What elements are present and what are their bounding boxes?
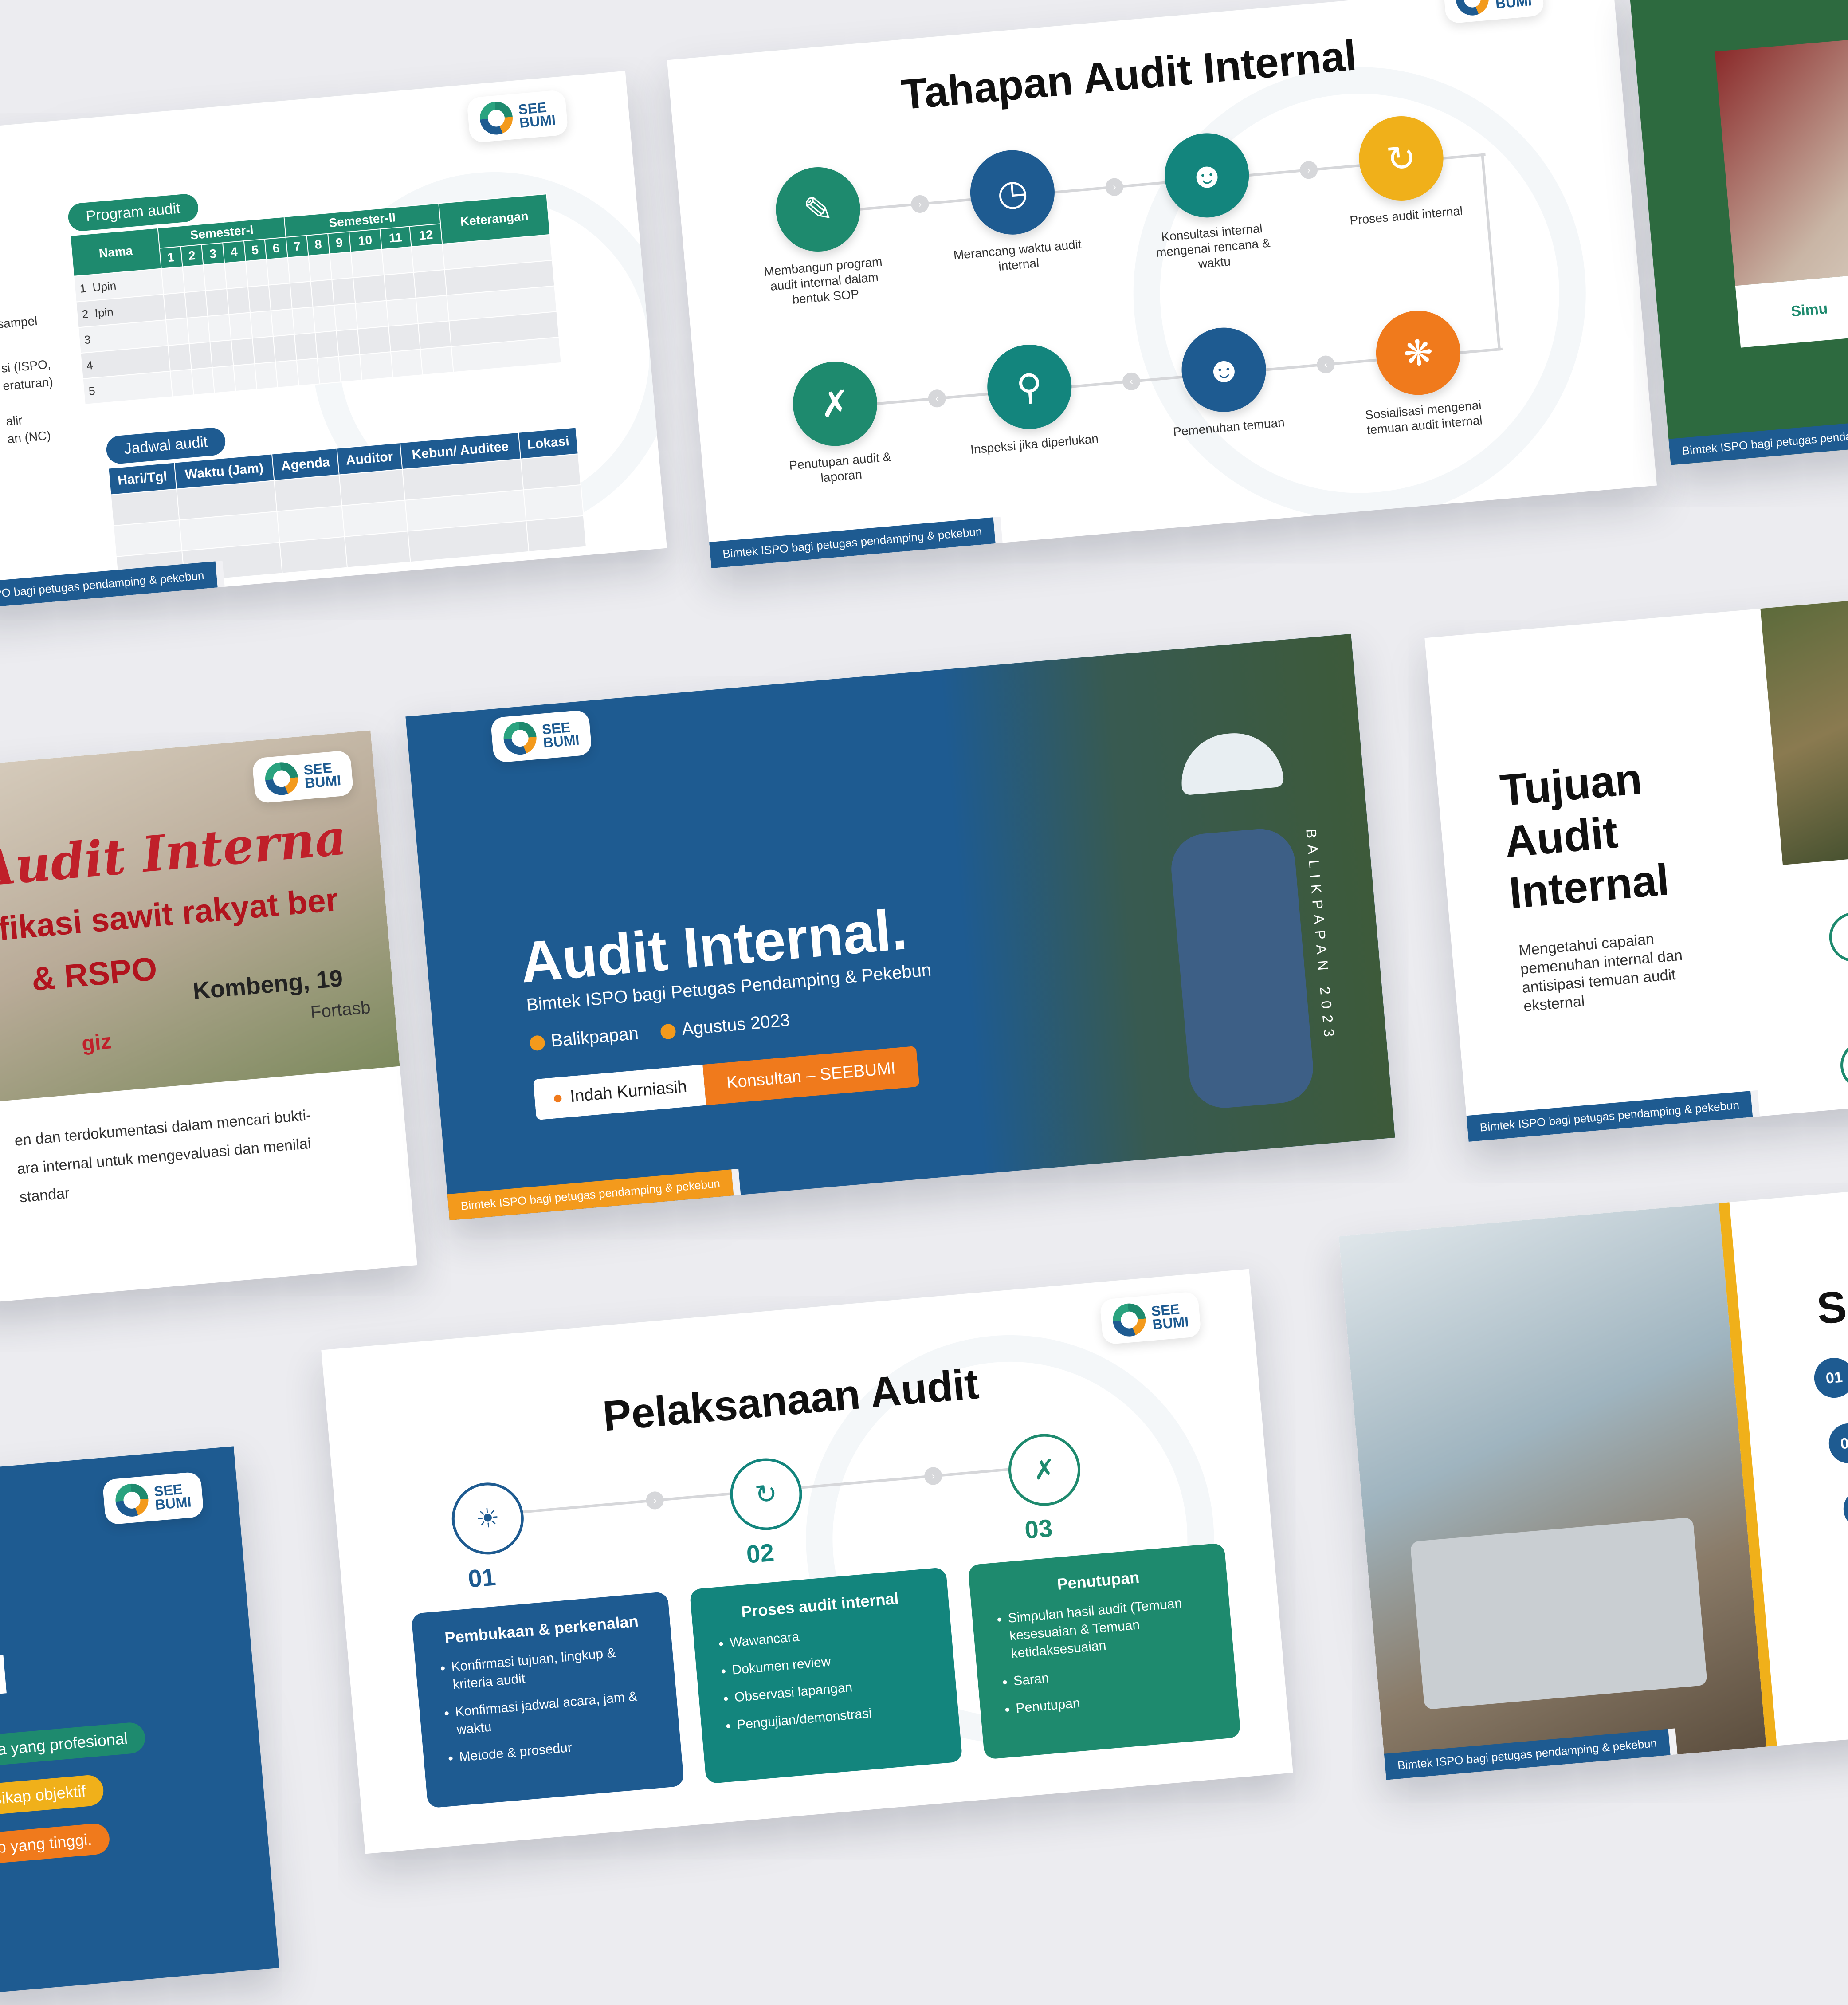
person-icon: ● [551,1087,564,1108]
phase-card-3: Penutupan Simpulan hasil audit (Temuan k… [968,1542,1241,1760]
side-text: sampel [0,314,38,331]
calendar-icon [660,1023,676,1040]
location-pin-icon [529,1035,546,1052]
step-3: ☻ Konsultasi internal mengenai rencana &… [1137,128,1282,276]
worker-body-shape [1168,826,1316,1111]
seebumi-logo-icon [1455,0,1491,17]
col-month: 8 [306,233,330,256]
col-month: 6 [264,237,288,259]
step-4: ↻ Proses audit internal [1331,110,1473,229]
arrow-dot-icon: ‹ [1122,372,1141,391]
col-nama: Nama [70,228,161,276]
footer-tag: Bimtek ISPO bagi petugas pendamping & pe… [447,1169,734,1221]
process-cycle-icon: ↻ [727,1455,805,1533]
document-search-icon: ✎ [772,164,864,255]
criteria-pill: ab yang tinggi. [0,1822,111,1866]
criteria-pill: rdaya yang profesional [0,1721,147,1769]
slide-pelaksanaan: SEE BUMI Pelaksanaan Audit › › ☀ 01 ↻ 02 … [321,1269,1293,1854]
seebumi-logo-icon [1111,1302,1147,1338]
consultation-icon: ☻ [1161,130,1253,221]
criteria-pill: ersikap objektif [0,1774,105,1817]
palm-photo [1759,597,1848,865]
col-month: 7 [286,235,309,258]
tujuan-desc: Mengetahui capaian pemenuhan internal da… [1518,930,1683,1015]
slide-hero: SEE BUMI Audit Internal. Bimtek ISPO bagi… [405,633,1395,1221]
location: Balikpapan [529,1023,640,1053]
side-text: eraturan) [2,374,54,393]
col-month: 2 [180,244,204,267]
step-1: ✎ Membangun program audit internal dalam… [748,161,893,310]
seebumi-logo-icon [114,1482,150,1518]
arrow-dot-icon: › [645,1490,665,1510]
keyboard-shape [1410,1517,1708,1710]
definition-text: en dan terdokumentasi dalam mencari bukt… [14,1106,312,1206]
slide-photo-top: Simu Bimtek ISPO bagi petugas pendamping… [1630,0,1848,465]
seebumi-logo: SEEBUMI [490,709,592,763]
seebumi-logo-icon [479,100,514,136]
slide-program-audit: SEE BUMI sampel si (ISPO, eraturan) alir … [0,71,667,613]
slide-tujuan: Tujuan Audit Internal Mengetahui capaian… [1424,597,1848,1142]
clipboard-x-icon: ✗ [789,358,881,450]
magnifier-icon: ⚲ [1827,910,1848,964]
side-text: si (ISPO, [0,357,51,375]
step-number: 01 [1813,1356,1848,1400]
seebumi-logo: SEEBUMI [467,89,569,143]
seebumi-logo-icon [502,720,538,756]
col-month: 11 [380,226,412,250]
calendar-clock-icon: ◷ [966,146,1058,238]
side-text: alir [5,413,23,429]
slide-auditor-criteria: SEE BUMI al rdaya yang profesional ersika… [0,1446,279,2005]
laptop-photo [1338,1203,1766,1780]
globe-icon: ◯ [1838,1038,1848,1093]
seebumi-logo: SEEBUMI [1442,0,1545,24]
step-8: ✗ Penutupan audit & laporan [765,356,908,490]
training-photo [1715,31,1848,286]
step-6: ☻ Pemenuhan temuan [1154,322,1296,440]
col-month: 4 [223,241,246,263]
col-month: 3 [201,243,225,265]
footer-tag: Bimtek ISPO bagi petugas pendamping & pe… [0,561,218,613]
hero-meta: Balikpapan Agustus 2023 [529,1010,791,1053]
slide-laptop: SC 01 02 0 Bimtek ISPO bagi petugas pend… [1338,1187,1848,1780]
lightbulb-icon: ☀ [449,1479,527,1558]
step-5: ❋ Sosialisasi mengenai temuan audit inte… [1348,305,1491,439]
col-month: 5 [243,239,267,261]
arrow-dot-icon: ‹ [927,389,947,408]
side-text: an (NC) [7,428,51,446]
footer-tag: Bimtek ISPO bagi petugas pendamping & pe… [1668,414,1848,465]
col-month: 9 [328,232,351,254]
slide-tahapan: SEEBUMI Tahapan Audit Internal ✎ Membang… [667,0,1657,569]
col-month: 12 [409,224,443,247]
seebumi-logo: SEEBUMI [252,750,354,804]
clipboard-search-icon: ⚲ [984,341,1075,432]
tujuan-title: Tujuan Audit Internal [1498,754,1671,918]
col-month: 10 [349,229,382,252]
footer-tag: Bimtek ISPO bagi petugas pendamping & pe… [709,517,996,569]
footer-tag: Bimtek ISPO bagi petugas pendamping & pe… [1466,1091,1753,1142]
team-icon: ☻ [1178,324,1270,416]
seebumi-logo: SEEBUMI [1099,1291,1202,1345]
seebumi-logo-icon [264,761,300,797]
phase-card-2: Proses audit internal Wawancara Dokumen … [689,1567,963,1784]
step-2: ◷ Merancang waktu audit internal [942,145,1086,278]
process-cycle-icon: ↻ [1355,113,1447,204]
slide-definition: Audit Interna tifikasi sawit rakyat ber … [0,730,417,1306]
col-month: 1 [159,246,183,269]
step-7: ⚲ Inspeksi jika diperlukan [960,339,1102,457]
step-number: 0 [1842,1487,1848,1531]
network-icon: ❋ [1372,307,1464,399]
col-lokasi: Lokasi [518,427,578,459]
arrow-dot-icon: › [910,194,930,214]
phase-card-1: Pembukaan & perkenalan Konfirmasi tujuan… [411,1591,685,1808]
date: Agustus 2023 [659,1010,791,1042]
seebumi-logo: SEEBUMI [102,1471,204,1525]
arrow-dot-icon: › [1105,177,1124,197]
presenter-name: ● Indah Kurniasih [533,1065,706,1120]
step-number: 02 [1827,1422,1848,1465]
